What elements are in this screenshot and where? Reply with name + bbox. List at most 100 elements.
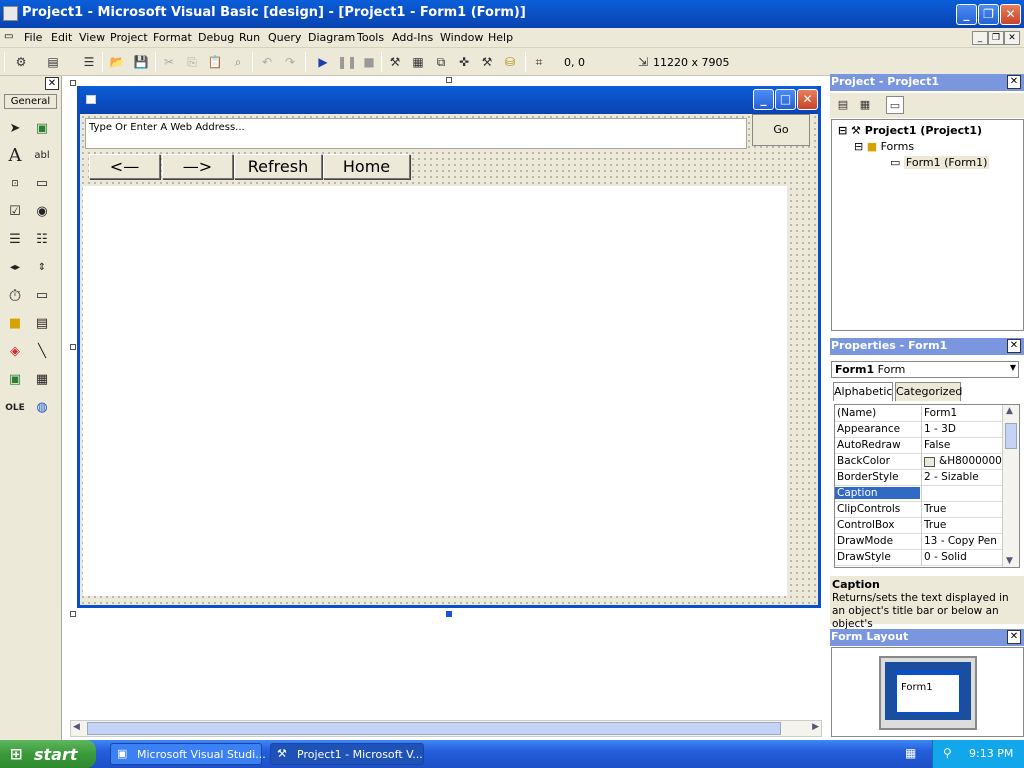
checkbox-tool-icon[interactable]: ☑ (4, 201, 26, 223)
redo-icon[interactable]: ↷ (281, 53, 299, 71)
property-value[interactable]: Form1 (924, 407, 1004, 419)
start-button[interactable]: ⊞ start (0, 740, 96, 768)
frame-tool-icon[interactable]: ⊡ (4, 173, 26, 195)
paste-icon[interactable]: 📋 (206, 53, 224, 71)
view-code-icon[interactable]: ▤ (834, 96, 852, 114)
scroll-down-icon[interactable]: ▼ (1006, 556, 1013, 566)
form1-window[interactable]: _ □ ✕ Type Or Enter A Web Address... Go … (77, 86, 821, 608)
property-row-selected[interactable]: Caption (835, 486, 1003, 502)
form-minimize-button[interactable]: _ (753, 89, 774, 110)
menu-project[interactable]: Project (110, 31, 148, 44)
close-button[interactable]: ✕ (1000, 4, 1021, 25)
resize-handle[interactable] (70, 80, 76, 86)
menu-window[interactable]: Window (440, 31, 483, 44)
form-sys-icon[interactable]: ▭ (4, 31, 13, 42)
start-icon[interactable]: ▶ (314, 53, 332, 71)
vscrollbar-tool-icon[interactable]: ⇕ (31, 257, 53, 279)
menu-format[interactable]: Format (153, 31, 192, 44)
property-value[interactable]: True (924, 519, 1004, 531)
menu-diagram[interactable]: Diagram (308, 31, 355, 44)
go-button[interactable]: Go (752, 114, 810, 146)
properties-close-icon[interactable]: ✕ (1007, 339, 1021, 353)
property-row[interactable]: (Name) Form1 (835, 406, 1003, 422)
menu-file[interactable]: File (24, 31, 42, 44)
save-project-icon[interactable]: 💾 (132, 53, 150, 71)
back-button[interactable]: <— (89, 154, 160, 179)
property-row[interactable]: ControlBox True (835, 518, 1003, 534)
form1-title-bar[interactable]: _ □ ✕ (80, 86, 818, 114)
menu-tools[interactable]: Tools (357, 31, 384, 44)
end-icon[interactable]: ■ (360, 53, 378, 71)
property-row[interactable]: BackColor &H8000000F (835, 454, 1004, 470)
scroll-up-icon[interactable]: ▲ (1006, 406, 1013, 416)
resize-handle[interactable] (70, 344, 76, 350)
chevron-down-icon[interactable]: ▼ (1010, 363, 1016, 372)
dirlistbox-tool-icon[interactable]: ■ (4, 313, 26, 335)
property-value[interactable]: 13 - Copy Pen (924, 535, 1004, 547)
commandbutton-tool-icon[interactable]: ▭ (31, 173, 53, 195)
taskbar-item-vb-project[interactable]: ⚒ Project1 - Microsoft V... (270, 743, 424, 765)
property-row[interactable]: ClipControls True (835, 502, 1003, 518)
optionbutton-tool-icon[interactable]: ◉ (31, 201, 53, 223)
scroll-left-icon[interactable]: ◀ (73, 722, 80, 732)
tree-form1[interactable]: ▭ Form1 (Form1) (890, 156, 990, 169)
tab-alphabetic[interactable]: Alphabetic (833, 382, 893, 401)
hscrollbar-tool-icon[interactable]: ◂▸ (4, 257, 26, 279)
break-icon[interactable]: ❚❚ (337, 53, 357, 71)
resize-handle[interactable] (446, 611, 452, 617)
data-view-icon[interactable]: ⛁ (501, 53, 519, 71)
property-value[interactable]: False (924, 439, 1004, 451)
property-row[interactable]: DrawMode 13 - Copy Pen (835, 534, 1003, 550)
property-value[interactable]: &H8000000F (924, 455, 1004, 467)
property-row[interactable]: Appearance 1 - 3D (835, 422, 1003, 438)
form-layout-icon[interactable]: ⧉ (432, 53, 450, 71)
resize-handle[interactable] (446, 77, 452, 83)
web-browser-control[interactable] (83, 186, 787, 596)
filelistbox-tool-icon[interactable]: ▤ (31, 313, 53, 335)
menu-debug[interactable]: Debug (198, 31, 234, 44)
forward-button[interactable]: —> (162, 154, 233, 179)
line-tool-icon[interactable]: ╲ (31, 341, 53, 363)
property-value[interactable]: True (924, 503, 1004, 515)
keyboard-icon[interactable]: ▦ (905, 746, 916, 760)
drivelistbox-tool-icon[interactable]: ▭ (31, 285, 53, 307)
project-explorer-icon[interactable]: ⚒ (386, 53, 404, 71)
add-form-icon[interactable]: ▤ (44, 53, 62, 71)
picturebox-tool-icon[interactable]: ▣ (31, 118, 53, 140)
object-browser-icon[interactable]: ✜ (455, 53, 473, 71)
tree-project-root[interactable]: ⊟ ⚒ Project1 (Project1) (838, 124, 982, 137)
textbox-tool-icon[interactable]: abl (31, 145, 53, 167)
property-value[interactable]: 2 - Sizable (924, 471, 1004, 483)
data-tool-icon[interactable]: ▦ (31, 369, 53, 391)
scroll-thumb[interactable] (87, 722, 781, 735)
refresh-button[interactable]: Refresh (234, 154, 322, 179)
mdi-minimize-button[interactable]: _ (972, 31, 988, 45)
url-input[interactable]: Type Or Enter A Web Address... (85, 118, 747, 149)
copy-icon[interactable]: ⎘ (183, 53, 201, 71)
designer-hscrollbar[interactable]: ◀ ▶ (70, 720, 822, 737)
property-row[interactable]: AutoRedraw False (835, 438, 1003, 454)
form-close-button[interactable]: ✕ (797, 89, 818, 110)
combobox-tool-icon[interactable]: ☰ (4, 229, 26, 251)
tab-categorized[interactable]: Categorized (895, 382, 962, 401)
menu-help[interactable]: Help (488, 31, 513, 44)
webbrowser-tool-icon[interactable]: ◍ (31, 397, 53, 419)
taskbar-item-visual-studio[interactable]: ▣ Microsoft Visual Studi... (110, 743, 266, 765)
clock[interactable]: 9:13 PM (969, 747, 1013, 760)
minimize-button[interactable]: _ (956, 4, 977, 25)
menu-edit[interactable]: Edit (51, 31, 72, 44)
cut-icon[interactable]: ✂ (160, 53, 178, 71)
form-maximize-button[interactable]: □ (775, 89, 796, 110)
open-project-icon[interactable]: 📂 (108, 53, 126, 71)
add-project-icon[interactable]: ⚙ (12, 53, 30, 71)
project-close-icon[interactable]: ✕ (1007, 75, 1021, 89)
listbox-tool-icon[interactable]: ☷ (31, 229, 53, 251)
shape-tool-icon[interactable]: ◈ (4, 341, 26, 363)
toggle-folders-icon[interactable]: ▭ (886, 96, 904, 114)
tree-forms-folder[interactable]: ⊟ ■ Forms (854, 140, 914, 153)
menu-query[interactable]: Query (268, 31, 301, 44)
properties-window-icon[interactable]: ▦ (409, 53, 427, 71)
view-object-icon[interactable]: ▦ (856, 96, 874, 114)
property-value[interactable]: 1 - 3D (924, 423, 1004, 435)
menu-view[interactable]: View (79, 31, 105, 44)
